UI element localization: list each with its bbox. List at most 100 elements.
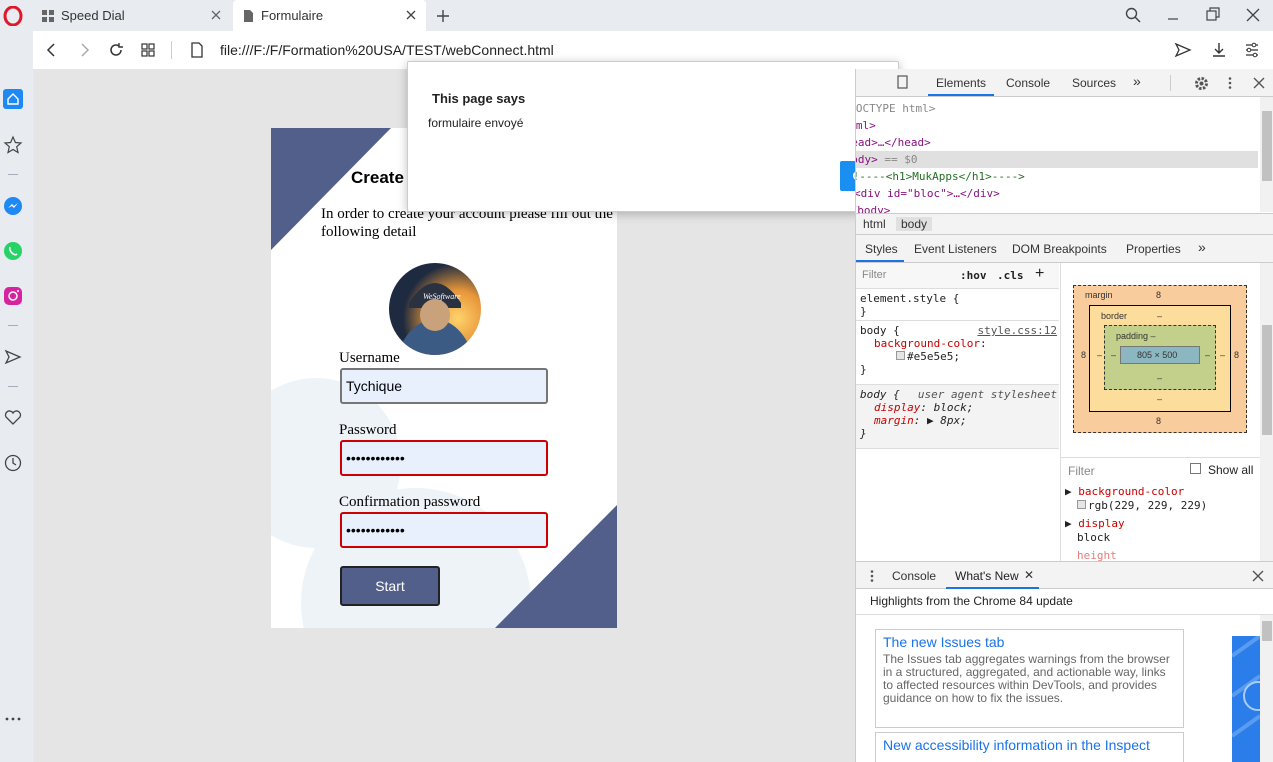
drawer-scrollbar[interactable]	[1260, 615, 1273, 762]
tab-whats-new[interactable]: What's New	[955, 569, 1019, 583]
styles-tab-strip: Styles Event Listeners DOM Breakpoints P…	[856, 235, 1273, 263]
show-all-checkbox[interactable]	[1190, 463, 1201, 474]
computed-property[interactable]: ▶ display	[1065, 517, 1125, 530]
more-tabs-icon[interactable]: »	[1198, 239, 1206, 255]
computed-value: block	[1077, 531, 1111, 544]
new-tab-icon[interactable]	[434, 7, 452, 25]
kebab-menu-icon[interactable]	[866, 569, 878, 583]
dom-node[interactable]: <!DOCTYPE html>	[856, 100, 935, 117]
dom-tree: <!DOCTYPE html> <html> <head>…</head> <b…	[856, 97, 1273, 217]
news-title[interactable]: New accessibility information in the Ins…	[883, 737, 1176, 753]
instagram-icon[interactable]	[3, 286, 23, 306]
tab-label: Formulaire	[261, 8, 324, 23]
close-icon[interactable]	[1252, 76, 1266, 90]
scroll-thumb[interactable]	[1262, 111, 1272, 181]
user-agent-rule: body {user agent stylesheet display: blo…	[856, 385, 1059, 449]
styles-filter-input[interactable]: Filter	[862, 269, 886, 281]
body-style-rule[interactable]: body {style.css:12 background-color: #e5…	[856, 321, 1059, 385]
close-icon[interactable]	[209, 8, 223, 22]
start-button[interactable]: Start	[340, 566, 440, 606]
active-tab-indicator	[856, 260, 904, 262]
drawer-toolbar: Console What's New ✕	[856, 561, 1273, 589]
tab-event-listeners[interactable]: Event Listeners	[914, 242, 997, 256]
restore-icon[interactable]	[1204, 6, 1222, 24]
tab-dom-breakpoints[interactable]: DOM Breakpoints	[1012, 242, 1107, 256]
sidebar-divider	[8, 386, 18, 387]
opera-sidebar	[0, 31, 33, 762]
tabs-overview-icon[interactable]	[139, 41, 157, 59]
crumb-body[interactable]: body	[896, 217, 933, 231]
scroll-thumb[interactable]	[1262, 325, 1272, 435]
send-icon[interactable]	[3, 347, 23, 367]
url-field[interactable]: file:///F:/F/Formation%20USA/TEST/webCon…	[220, 42, 554, 58]
dom-node[interactable]: <div id="bloc">…</div>	[856, 185, 1000, 202]
computed-property[interactable]: ▶ background-color	[1065, 485, 1184, 498]
news-title[interactable]: The new Issues tab	[883, 634, 1176, 650]
close-icon[interactable]	[404, 8, 418, 22]
dom-node[interactable]: <!----<h1>MukApps</h1>---->	[856, 168, 1025, 185]
news-thumbnail	[1232, 636, 1260, 762]
opera-logo-icon[interactable]	[3, 6, 23, 26]
tab-properties[interactable]: Properties	[1126, 242, 1181, 256]
close-window-icon[interactable]	[1244, 6, 1262, 24]
username-input[interactable]: Tychique	[340, 368, 548, 404]
source-link[interactable]: style.css:12	[978, 324, 1057, 337]
tab-elements[interactable]: Elements	[936, 76, 986, 90]
whatsapp-icon[interactable]	[3, 241, 23, 261]
tab-speed-dial[interactable]: Speed Dial	[33, 0, 231, 31]
tab-console[interactable]: Console	[1006, 76, 1050, 90]
styles-pane: Filter :hov .cls + element.style { } bod…	[856, 263, 1059, 563]
styles-scrollbar[interactable]	[1260, 263, 1273, 561]
dom-node[interactable]: <head>…</head>	[856, 134, 931, 151]
download-icon[interactable]	[1210, 41, 1228, 59]
grid-icon	[42, 9, 54, 22]
messenger-icon[interactable]	[3, 196, 23, 216]
cls-toggle[interactable]: .cls	[997, 269, 1024, 282]
news-card[interactable]: The new Issues tab The Issues tab aggreg…	[875, 629, 1184, 728]
forward-icon[interactable]	[75, 41, 93, 59]
close-drawer-icon[interactable]	[1251, 569, 1265, 583]
search-icon[interactable]	[1124, 6, 1142, 24]
form-title: Create	[351, 168, 404, 187]
close-tab-icon[interactable]: ✕	[1024, 568, 1034, 582]
home-icon[interactable]	[3, 89, 23, 109]
dom-node-selected[interactable]: <body> == $0	[856, 151, 1258, 168]
news-card[interactable]: New accessibility information in the Ins…	[875, 732, 1184, 762]
send-icon[interactable]	[1174, 41, 1192, 59]
confirm-password-input[interactable]: ••••••••••••	[340, 512, 548, 548]
scroll-thumb[interactable]	[1262, 621, 1272, 641]
device-toggle-icon[interactable]	[896, 75, 910, 89]
back-icon[interactable]	[43, 41, 61, 59]
active-tab-indicator	[928, 94, 994, 96]
heart-icon[interactable]	[3, 408, 23, 428]
tab-sources[interactable]: Sources	[1072, 76, 1116, 90]
breadcrumb: html body	[856, 213, 1273, 235]
crumb-html[interactable]: html	[858, 217, 891, 231]
sidebar-divider	[8, 174, 18, 175]
star-icon[interactable]	[3, 135, 23, 155]
more-tabs-icon[interactable]: »	[1133, 73, 1141, 89]
history-icon[interactable]	[3, 453, 23, 473]
reload-icon[interactable]	[107, 41, 125, 59]
password-input[interactable]: ••••••••••••	[340, 440, 548, 476]
tab-styles[interactable]: Styles	[865, 242, 898, 256]
easy-setup-icon[interactable]	[1243, 41, 1261, 59]
dom-scrollbar[interactable]	[1260, 97, 1273, 212]
tab-formulaire[interactable]: Formulaire	[233, 0, 426, 31]
computed-filter-input[interactable]: Filter	[1068, 464, 1095, 478]
element-style-rule[interactable]: element.style { }	[856, 289, 1059, 321]
kebab-menu-icon[interactable]	[1223, 76, 1237, 90]
color-swatch[interactable]	[896, 351, 905, 360]
tab-drawer-console[interactable]: Console	[892, 569, 936, 583]
gear-icon[interactable]	[1194, 76, 1209, 91]
hov-toggle[interactable]: :hov	[960, 269, 987, 282]
alert-message: formulaire envoyé	[428, 116, 524, 130]
show-all-label: Show all	[1208, 463, 1254, 477]
chrome-graphic-icon	[1232, 636, 1260, 738]
minimize-icon[interactable]	[1164, 6, 1182, 24]
add-rule-icon[interactable]: +	[1035, 265, 1044, 283]
avatar: WeSoftware	[389, 263, 481, 355]
tab-label: Speed Dial	[61, 8, 125, 23]
dom-node[interactable]: <html>	[856, 117, 876, 134]
more-icon[interactable]	[3, 709, 23, 729]
